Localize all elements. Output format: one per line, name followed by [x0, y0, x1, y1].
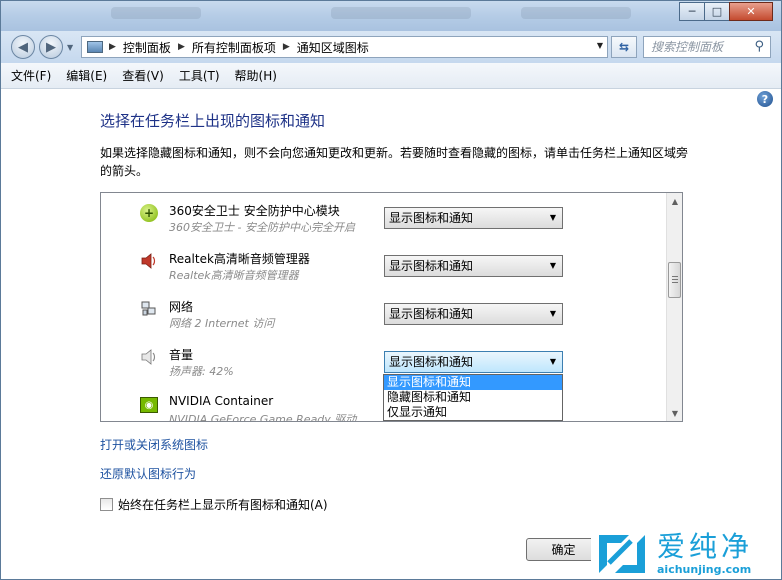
always-show-checkbox[interactable]: 始终在任务栏上显示所有图标和通知(A) [100, 496, 328, 513]
content-area: ? 选择在任务栏上出现的图标和通知 如果选择隐藏图标和通知，则不会向您通知更改和… [1, 89, 781, 579]
behavior-select-value: 显示图标和通知 [389, 307, 474, 321]
behavior-select-open[interactable]: 显示图标和通知 ▼ [384, 351, 563, 373]
list-item-name: 音量 [169, 348, 194, 362]
list-item-description: 网络 2 Internet 访问 [169, 317, 275, 330]
list-item-name: NVIDIA Container [169, 394, 274, 408]
behavior-dropdown-list: 显示图标和通知 隐藏图标和通知 仅显示通知 [383, 374, 563, 421]
page-description: 如果选择隐藏图标和通知，则不会向您通知更改和更新。若要随时查看隐藏的图标，请单击… [100, 146, 689, 178]
watermark-url: aichunjing.com [657, 563, 752, 576]
help-icon[interactable]: ? [757, 91, 773, 107]
minimize-button[interactable]: ─ [679, 2, 705, 21]
speaker-icon [140, 252, 158, 270]
recent-pages-chevron-down-icon[interactable]: ▼ [67, 43, 73, 52]
watermark-text: 爱纯净 aichunjing.com [657, 530, 754, 577]
nvidia-icon: ◉ [140, 396, 158, 414]
address-bar[interactable]: ▶ 控制面板 ▶ 所有控制面板项 ▶ 通知区域图标 ▼ [81, 36, 608, 58]
volume-icon [140, 348, 158, 366]
list-item-name: 360安全卫士 安全防护中心模块 [169, 204, 340, 218]
restore-defaults-link[interactable]: 还原默认图标行为 [100, 465, 196, 482]
refresh-icon: ⇆ [618, 40, 630, 54]
shield-icon: + [140, 204, 158, 222]
always-show-label[interactable]: 始终在任务栏上显示所有图标和通知(A) [118, 496, 328, 513]
list-item: + 360安全卫士 安全防护中心模块 360安全卫士 - 安全防护中心完全开启 … [101, 193, 668, 241]
dropdown-option-show[interactable]: 显示图标和通知 [384, 375, 562, 390]
list-item-description: 360安全卫士 - 安全防护中心完全开启 [169, 221, 355, 234]
behavior-select[interactable]: 显示图标和通知 ▼ [384, 207, 563, 229]
scroll-down-arrow-icon[interactable]: ▼ [667, 405, 682, 421]
title-bar-blur [331, 7, 471, 19]
title-bar[interactable]: ─ □ ✕ [1, 1, 781, 31]
menu-tools[interactable]: 工具(T) [179, 67, 220, 84]
address-chevron-down-icon[interactable]: ▼ [597, 41, 603, 50]
title-bar-blur [111, 7, 201, 19]
breadcrumb-control-panel[interactable]: 控制面板 [123, 39, 171, 56]
breadcrumb-separator-icon[interactable]: ▶ [178, 42, 185, 52]
list-item: Realtek高清晰音频管理器 Realtek高清晰音频管理器 显示图标和通知 … [101, 241, 668, 289]
refresh-button[interactable]: ⇆ [611, 36, 637, 58]
search-input[interactable] [644, 37, 744, 57]
navigation-bar: ◀ ▶ ▼ ▶ 控制面板 ▶ 所有控制面板项 ▶ 通知区域图标 ▼ ⇆ ⚲ [1, 31, 781, 63]
list-item-description: NVIDIA GeForce Game Ready 驱动... [169, 413, 367, 422]
behavior-select-value: 显示图标和通知 [389, 259, 474, 273]
system-icons-link[interactable]: 打开或关闭系统图标 [100, 436, 208, 453]
checkbox-box[interactable] [100, 498, 113, 511]
window-controls: ─ □ ✕ [679, 2, 773, 21]
list-item: 网络 网络 2 Internet 访问 显示图标和通知 ▼ [101, 289, 668, 337]
back-button[interactable]: ◀ [11, 35, 35, 59]
chevron-down-icon: ▼ [549, 213, 556, 222]
watermark-brand: 爱纯净 [657, 530, 754, 563]
scroll-thumb[interactable] [668, 261, 681, 298]
behavior-select-value: 显示图标和通知 [389, 211, 474, 225]
ok-button[interactable]: 确定 [526, 538, 601, 561]
breadcrumb-all-items[interactable]: 所有控制面板项 [192, 39, 276, 56]
maximize-button[interactable]: □ [704, 2, 730, 21]
breadcrumb-separator-icon[interactable]: ▶ [109, 42, 116, 52]
chevron-down-icon: ▼ [549, 309, 556, 318]
chevron-down-icon: ▼ [549, 357, 556, 366]
dropdown-option-hide[interactable]: 隐藏图标和通知 [384, 390, 562, 405]
menu-help[interactable]: 帮助(H) [235, 67, 277, 84]
forward-arrow-icon: ▶ [46, 39, 56, 55]
forward-button[interactable]: ▶ [39, 35, 63, 59]
behavior-select-value: 显示图标和通知 [389, 355, 474, 369]
title-bar-blur [521, 7, 631, 19]
watermark: 爱纯净 aichunjing.com [591, 528, 781, 579]
search-box: ⚲ [643, 36, 771, 58]
close-button[interactable]: ✕ [729, 2, 773, 21]
control-panel-window: ─ □ ✕ ◀ ▶ ▼ ▶ 控制面板 ▶ 所有控制面板项 ▶ 通知区域图标 ▼ … [0, 0, 782, 580]
network-icon [140, 300, 158, 318]
menu-bar: 文件(F) 编辑(E) 查看(V) 工具(T) 帮助(H) [1, 63, 781, 89]
behavior-select[interactable]: 显示图标和通知 ▼ [384, 255, 563, 277]
list-scrollbar[interactable]: ▲ ▼ [666, 193, 682, 421]
back-arrow-icon: ◀ [18, 39, 28, 55]
watermark-logo-icon [595, 531, 649, 577]
breadcrumb-separator-icon[interactable]: ▶ [283, 42, 290, 52]
menu-view[interactable]: 查看(V) [122, 67, 164, 84]
list-item-name: Realtek高清晰音频管理器 [169, 252, 310, 266]
list-item-name: 网络 [169, 300, 194, 314]
breadcrumb-notification-icons[interactable]: 通知区域图标 [297, 39, 369, 56]
scroll-up-arrow-icon[interactable]: ▲ [667, 193, 682, 209]
page-title: 选择在任务栏上出现的图标和通知 [100, 112, 326, 130]
menu-edit[interactable]: 编辑(E) [66, 67, 107, 84]
control-panel-icon [87, 41, 103, 53]
chevron-down-icon: ▼ [549, 261, 556, 270]
search-icon[interactable]: ⚲ [754, 39, 764, 54]
dropdown-option-notify-only[interactable]: 仅显示通知 [384, 405, 562, 420]
list-item-description: 扬声器: 42% [169, 365, 234, 378]
menu-file[interactable]: 文件(F) [11, 67, 51, 84]
behavior-select[interactable]: 显示图标和通知 ▼ [384, 303, 563, 325]
list-item-description: Realtek高清晰音频管理器 [169, 269, 299, 282]
